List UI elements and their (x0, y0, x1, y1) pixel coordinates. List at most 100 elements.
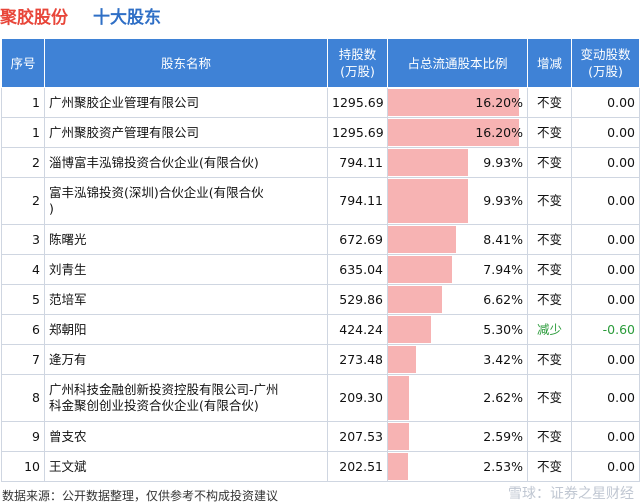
table-row: 2 富丰泓锦投资(深圳)合伙企业(有限合伙 ) 794.11 9.93% 不变 0.00 (1, 177, 640, 225)
ratio-label: 16.20% (475, 94, 523, 110)
ratio-cell: 8.41% (387, 224, 528, 255)
table-row: 9 曾支农 207.53 2.59% 不变 0.00 (1, 421, 640, 452)
change-value-cell: 0.00 (571, 177, 640, 225)
header-change-line2: (万股) (588, 64, 623, 79)
change-value-cell: 0.00 (571, 147, 640, 178)
header-shares-line1: 持股数 (338, 47, 377, 62)
ratio-cell: 2.53% (387, 451, 528, 482)
table-row: 6 郑朝阳 424.24 5.30% 减少 -0.60 (1, 314, 640, 345)
ratio-label: 3.42% (483, 351, 523, 367)
change-value-cell: 0.00 (571, 87, 640, 118)
ratio-cell: 16.20% (387, 87, 528, 118)
change-value-cell: 0.00 (571, 374, 640, 422)
company-name: 聚胶股份 (0, 8, 68, 28)
change-value-cell: -0.60 (571, 314, 640, 345)
shareholder-name-cell: 富丰泓锦投资(深圳)合伙企业(有限合伙 ) (44, 177, 328, 225)
seq-cell: 8 (1, 374, 45, 422)
ratio-cell: 6.62% (387, 284, 528, 315)
table-row: 10 王文斌 202.51 2.53% 不变 0.00 (1, 451, 640, 482)
change-type-cell: 不变 (527, 224, 572, 255)
table-row: 8 广州科技金融创新投资控股有限公司-广州 科金聚创创业投资合伙企业(有限合伙) 2… (1, 374, 640, 422)
shares-cell: 202.51 (327, 451, 388, 482)
table-row: 5 范培军 529.86 6.62% 不变 0.00 (1, 284, 640, 315)
header-ratio: 占总流通股本比例 (387, 38, 528, 88)
shares-cell: 207.53 (327, 421, 388, 452)
shareholder-name-cell: 王文斌 (44, 451, 328, 482)
shareholder-name-cell: 曾支农 (44, 421, 328, 452)
table-row: 7 逄万有 273.48 3.42% 不变 0.00 (1, 344, 640, 375)
ratio-label: 9.93% (483, 154, 523, 170)
change-type-cell: 不变 (527, 147, 572, 178)
change-value-cell: 0.00 (571, 224, 640, 255)
ratio-label: 2.53% (483, 458, 523, 474)
table-row: 3 陈曙光 672.69 8.41% 不变 0.00 (1, 224, 640, 255)
table-row: 4 刘青生 635.04 7.94% 不变 0.00 (1, 254, 640, 285)
data-source-note: 数据来源：公开数据整理，仅供参考不构成投资建议 (2, 489, 279, 503)
ratio-cell: 5.30% (387, 314, 528, 345)
ratio-label: 6.62% (483, 291, 523, 307)
brand-watermark: 雪球：证券之星财经 (508, 486, 634, 502)
seq-cell: 1 (1, 87, 45, 118)
header-shares: 持股数 (万股) (327, 38, 388, 88)
change-type-cell: 不变 (527, 87, 572, 118)
shares-cell: 1295.69 (327, 117, 388, 148)
seq-cell: 2 (1, 147, 45, 178)
change-type-cell: 减少 (527, 314, 572, 345)
change-type-cell: 不变 (527, 451, 572, 482)
header-change: 变动股数 (万股) (571, 38, 640, 88)
ratio-label: 8.41% (483, 231, 523, 247)
shareholder-name-cell: 淄博富丰泓锦投资合伙企业(有限合伙) (44, 147, 328, 178)
shareholders-table: 序号 股东名称 持股数 (万股) 占总流通股本比例 增减 变动股数 (万股) 1… (1, 38, 640, 482)
header-seq: 序号 (1, 38, 45, 88)
shareholder-name-cell: 刘青生 (44, 254, 328, 285)
ratio-label: 5.30% (483, 321, 523, 337)
header: 聚胶股份 十大股东 (0, 0, 640, 36)
table-row: 1 广州聚胶资产管理有限公司 1295.69 16.20% 不变 0.00 (1, 117, 640, 148)
ratio-label: 16.20% (475, 124, 523, 140)
shares-cell: 672.69 (327, 224, 388, 255)
change-type-cell: 不变 (527, 374, 572, 422)
change-value-cell: 0.00 (571, 344, 640, 375)
ratio-label: 7.94% (483, 261, 523, 277)
shareholder-name-cell: 广州聚胶企业管理有限公司 (44, 87, 328, 118)
shares-cell: 529.86 (327, 284, 388, 315)
change-type-cell: 不变 (527, 344, 572, 375)
seq-cell: 1 (1, 117, 45, 148)
change-type-cell: 不变 (527, 254, 572, 285)
header-shares-line2: (万股) (340, 64, 375, 79)
ratio-cell: 16.20% (387, 117, 528, 148)
page-title: 十大股东 (93, 8, 161, 28)
shares-cell: 424.24 (327, 314, 388, 345)
seq-cell: 4 (1, 254, 45, 285)
header-change-type: 增减 (527, 38, 572, 88)
shares-cell: 794.11 (327, 177, 388, 225)
table-header-row: 序号 股东名称 持股数 (万股) 占总流通股本比例 增减 变动股数 (万股) (1, 38, 640, 88)
seq-cell: 9 (1, 421, 45, 452)
table-row: 2 淄博富丰泓锦投资合伙企业(有限合伙) 794.11 9.93% 不变 0.00 (1, 147, 640, 178)
shareholder-name-cell: 郑朝阳 (44, 314, 328, 345)
shareholder-name-cell: 逄万有 (44, 344, 328, 375)
ratio-cell: 7.94% (387, 254, 528, 285)
ratio-cell: 3.42% (387, 344, 528, 375)
shares-cell: 794.11 (327, 147, 388, 178)
shares-cell: 209.30 (327, 374, 388, 422)
header-change-line1: 变动股数 (580, 47, 631, 62)
ratio-label: 2.59% (483, 428, 523, 444)
shareholder-name-cell: 广州科技金融创新投资控股有限公司-广州 科金聚创创业投资合伙企业(有限合伙) (44, 374, 328, 422)
shareholder-name-cell: 范培军 (44, 284, 328, 315)
seq-cell: 6 (1, 314, 45, 345)
seq-cell: 10 (1, 451, 45, 482)
ratio-cell: 2.59% (387, 421, 528, 452)
change-value-cell: 0.00 (571, 284, 640, 315)
shares-cell: 1295.69 (327, 87, 388, 118)
table-row: 1 广州聚胶企业管理有限公司 1295.69 16.20% 不变 0.00 (1, 87, 640, 118)
change-type-cell: 不变 (527, 117, 572, 148)
change-value-cell: 0.00 (571, 421, 640, 452)
seq-cell: 3 (1, 224, 45, 255)
header-name: 股东名称 (44, 38, 328, 88)
ratio-cell: 2.62% (387, 374, 528, 422)
change-value-cell: 0.00 (571, 451, 640, 482)
shareholder-name-cell: 陈曙光 (44, 224, 328, 255)
change-value-cell: 0.00 (571, 117, 640, 148)
shares-cell: 273.48 (327, 344, 388, 375)
